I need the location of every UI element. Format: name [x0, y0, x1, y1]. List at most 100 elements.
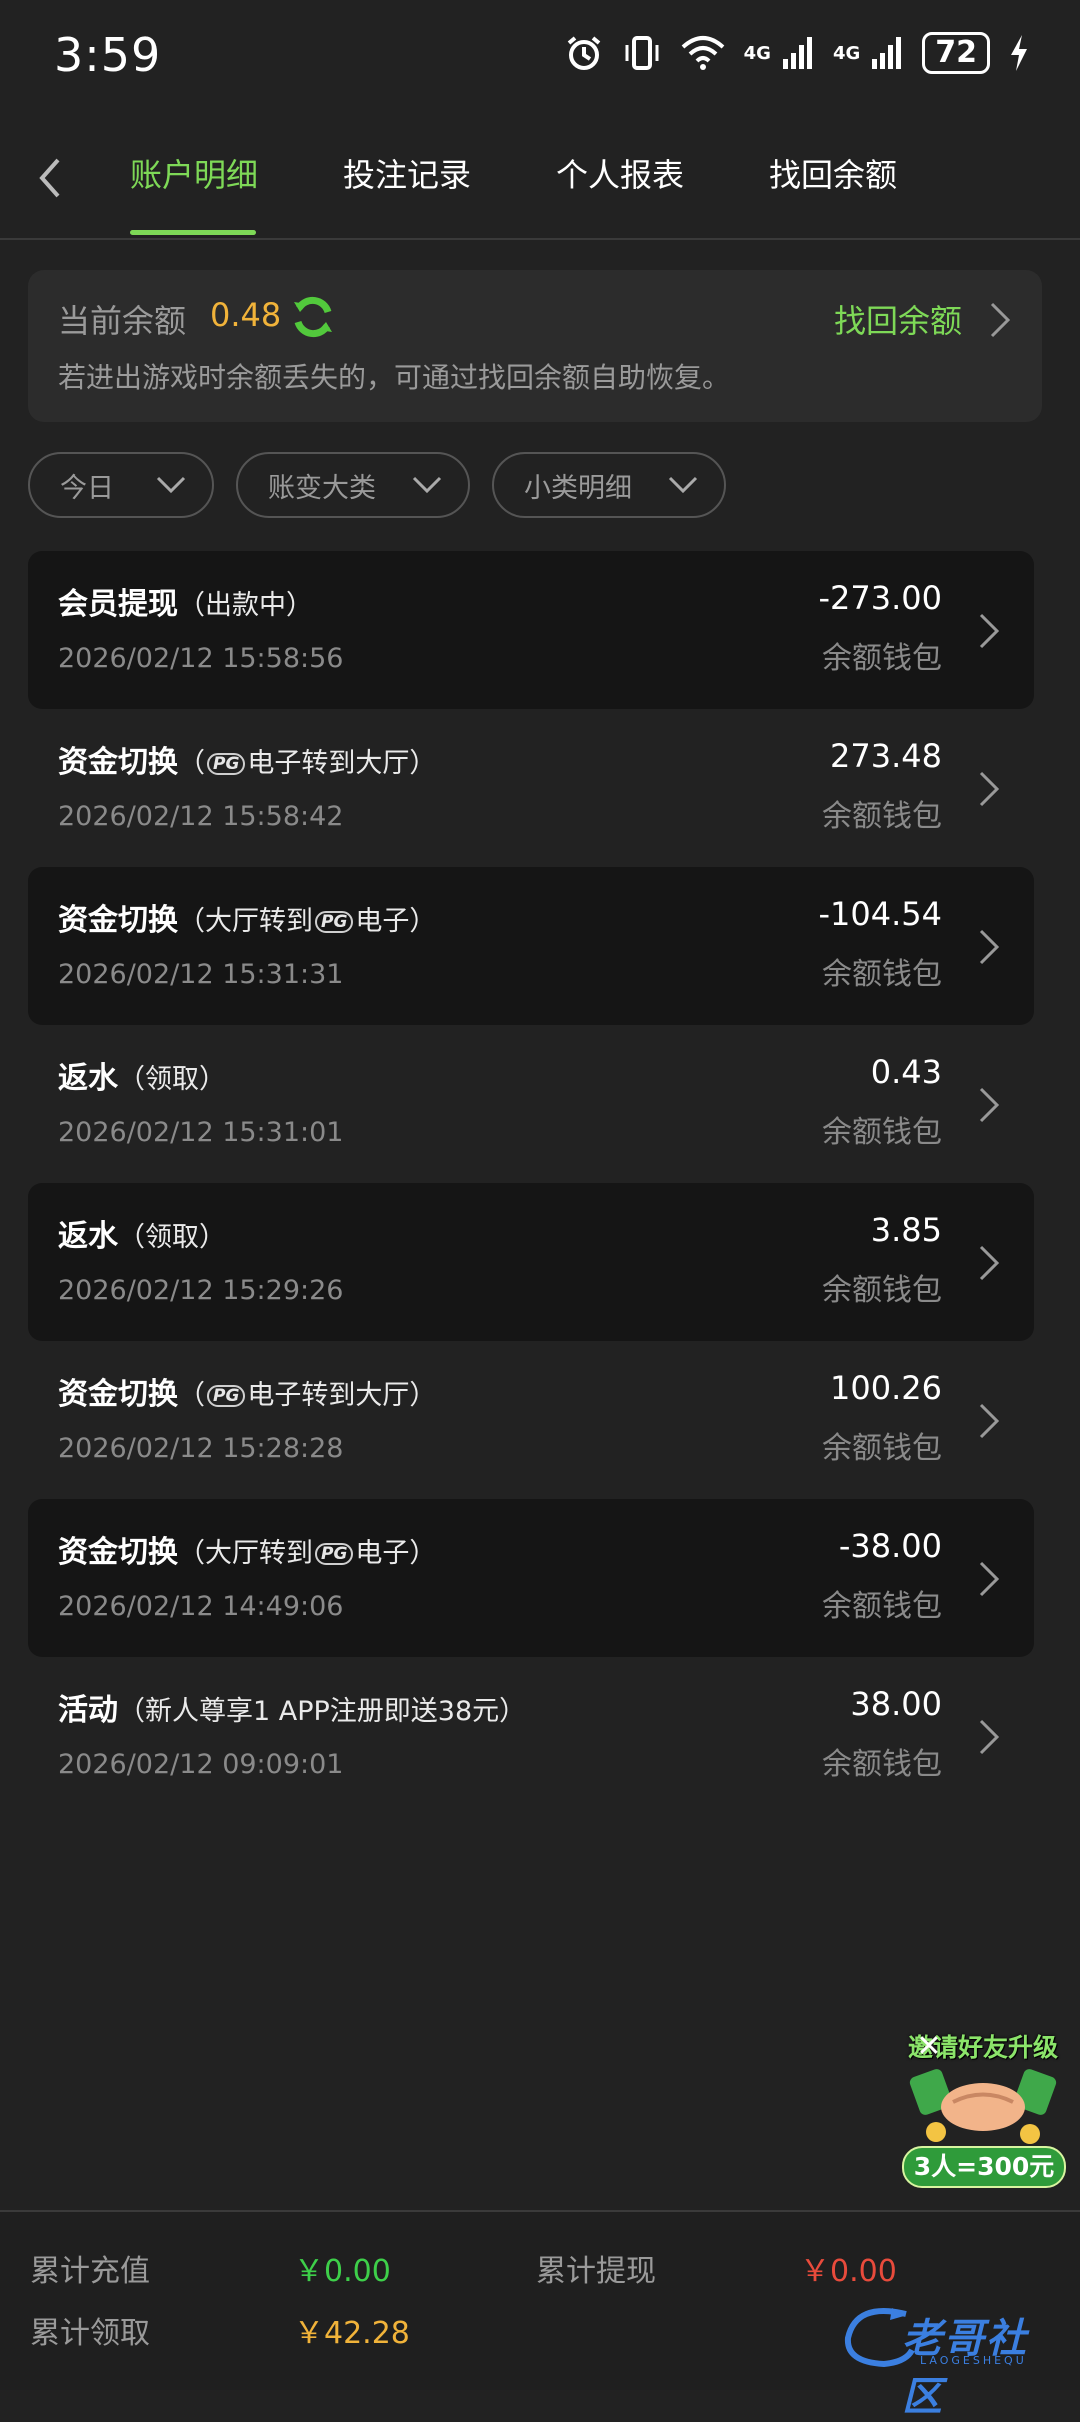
retrieve-balance-link[interactable]: 找回余额	[834, 296, 962, 342]
transaction-time: 2026/02/12 15:28:28	[58, 1433, 344, 1464]
total-withdraw-label: 累计提现	[536, 2254, 656, 2289]
transaction-row[interactable]: 资金切换（大厅转到 PG 电子） 2026/02/12 15:31:31 -104.…	[28, 867, 1034, 1025]
transaction-amount: -273.00	[818, 579, 942, 617]
balance-description: 若进出游戏时余额丢失的，可通过找回余额自助恢复。	[58, 361, 731, 394]
tab-bar: 账户明细 投注记录 个人报表 找回余额	[0, 120, 1080, 240]
transaction-wallet: 余额钱包	[822, 1431, 942, 1466]
summary-footer: 累计充值 ￥0.00 累计提现 ￥0.00 累计领取 ￥42.28 老哥社区 L…	[0, 2210, 1080, 2420]
chevron-right-icon	[979, 613, 1000, 649]
transaction-title: 资金切换（ PG 电子转到大厅）	[58, 1377, 437, 1412]
battery-level: 72	[922, 32, 990, 74]
balance-label: 当前余额	[58, 302, 187, 340]
transaction-title: 返水（领取）	[58, 1219, 226, 1254]
signal-icon	[872, 37, 902, 69]
transaction-wallet: 余额钱包	[822, 1589, 942, 1624]
total-claim-value: ￥42.28	[294, 2316, 410, 2351]
active-tab-indicator	[130, 230, 256, 235]
transaction-wallet: 余额钱包	[822, 957, 942, 992]
transaction-amount: 0.43	[870, 1053, 942, 1091]
handshake-icon	[909, 2069, 1057, 2144]
chevron-right-icon[interactable]	[988, 300, 1012, 340]
transaction-time: 2026/02/12 15:58:42	[58, 801, 344, 832]
tab-account-details[interactable]: 账户明细	[130, 150, 258, 196]
filter-category-label: 账变大类	[268, 472, 376, 504]
transaction-wallet: 余额钱包	[822, 641, 942, 676]
back-icon[interactable]	[30, 148, 70, 208]
status-bar: 3:59 4G 4G 72	[0, 0, 1080, 120]
transaction-time: 2026/02/12 15:31:01	[58, 1117, 344, 1148]
transaction-wallet: 余额钱包	[822, 1115, 942, 1150]
tab-bet-records[interactable]: 投注记录	[343, 150, 471, 196]
chevron-right-icon	[979, 771, 1000, 807]
transaction-row[interactable]: 返水（领取） 2026/02/12 15:29:26 3.85 余额钱包	[28, 1183, 1034, 1341]
transaction-amount: 3.85	[870, 1211, 942, 1249]
filter-bar: 今日 账变大类 小类明细	[28, 452, 726, 518]
chevron-right-icon	[979, 1719, 1000, 1755]
transaction-row[interactable]: 资金切换（大厅转到 PG 电子） 2026/02/12 14:49:06 -38.0…	[28, 1499, 1034, 1657]
alarm-icon	[567, 36, 600, 70]
balance-value: 0.48	[210, 296, 282, 334]
pg-logo-icon: PG	[207, 1384, 246, 1407]
chevron-down-icon	[156, 476, 186, 494]
transaction-amount: 100.26	[830, 1369, 942, 1407]
chevron-right-icon	[979, 929, 1000, 965]
chevron-right-icon	[979, 1403, 1000, 1439]
watermark-subtext: LAOGESHEQU	[920, 2354, 1027, 2367]
chevron-down-icon	[412, 476, 442, 494]
transaction-amount: -38.00	[838, 1527, 942, 1565]
transaction-title: 资金切换（大厅转到 PG 电子）	[58, 903, 437, 938]
chevron-right-icon	[979, 1245, 1000, 1281]
chevron-right-icon	[979, 1561, 1000, 1597]
transaction-row[interactable]: 会员提现（出款中） 2026/02/12 15:58:56 -273.00 余额…	[28, 551, 1034, 709]
transaction-amount: 38.00	[850, 1685, 942, 1723]
total-recharge-label: 累计充值	[30, 2254, 150, 2289]
pg-logo-icon: PG	[315, 910, 354, 933]
transaction-title: 资金切换（大厅转到 PG 电子）	[58, 1535, 437, 1570]
balance-card: 当前余额 0.48 找回余额 若进出游戏时余额丢失的，可通过找回余额自助恢复。	[28, 270, 1042, 422]
network-type-2: 4G	[832, 42, 861, 64]
pg-logo-icon: PG	[315, 1542, 354, 1565]
transaction-row[interactable]: 资金切换（ PG 电子转到大厅） 2026/02/12 15:28:28 100.2…	[28, 1341, 1034, 1499]
transaction-row[interactable]: 返水（领取） 2026/02/12 15:31:01 0.43 余额钱包	[28, 1025, 1034, 1183]
transaction-row[interactable]: 活动（新人尊享1 APP注册即送38元） 2026/02/12 09:09:01…	[28, 1657, 1034, 1815]
total-withdraw-value: ￥0.00	[800, 2254, 897, 2289]
filter-subcategory-label: 小类明细	[524, 472, 632, 504]
transaction-amount: -104.54	[818, 895, 942, 933]
status-time: 3:59	[54, 28, 162, 82]
chevron-right-icon	[979, 1087, 1000, 1123]
transaction-title: 活动（新人尊享1 APP注册即送38元）	[58, 1693, 527, 1728]
transaction-list: 会员提现（出款中） 2026/02/12 15:58:56 -273.00 余额…	[28, 551, 1034, 1815]
watermark-logo: 老哥社区 LAOGESHEQU	[836, 2302, 1060, 2420]
promo-reward: 3人=300元	[902, 2146, 1066, 2188]
network-type-1: 4G	[743, 42, 771, 64]
close-icon[interactable]: ✕	[914, 2032, 944, 2062]
filter-category[interactable]: 账变大类	[236, 452, 470, 518]
transaction-title: 返水（领取）	[58, 1061, 226, 1096]
transaction-time: 2026/02/12 09:09:01	[58, 1749, 344, 1780]
transaction-wallet: 余额钱包	[822, 1273, 942, 1308]
filter-date-label: 今日	[60, 472, 114, 504]
vibrate-icon	[625, 36, 659, 70]
signal-icon	[782, 37, 812, 69]
total-recharge-value: ￥0.00	[294, 2254, 391, 2289]
transaction-title: 会员提现（出款中）	[58, 587, 313, 622]
wifi-icon	[681, 36, 724, 70]
transaction-title: 资金切换（ PG 电子转到大厅）	[58, 745, 437, 780]
tab-personal-report[interactable]: 个人报表	[556, 150, 684, 196]
transaction-time: 2026/02/12 14:49:06	[58, 1591, 344, 1622]
transaction-row[interactable]: 资金切换（ PG 电子转到大厅） 2026/02/12 15:58:42 273.4…	[28, 709, 1034, 867]
filter-subcategory[interactable]: 小类明细	[492, 452, 726, 518]
total-claim-label: 累计领取	[30, 2316, 150, 2351]
invite-promo-widget[interactable]: 邀请好友升级 ✕ 3人=300元	[898, 2022, 1068, 2192]
status-icons: 4G 4G 72	[564, 32, 1030, 74]
refresh-icon[interactable]	[290, 294, 336, 340]
tab-retrieve-balance[interactable]: 找回余额	[769, 150, 897, 196]
transaction-time: 2026/02/12 15:58:56	[58, 643, 344, 674]
transaction-wallet: 余额钱包	[822, 1747, 942, 1782]
pg-logo-icon: PG	[207, 752, 246, 775]
filter-date[interactable]: 今日	[28, 452, 214, 518]
transaction-time: 2026/02/12 15:29:26	[58, 1275, 344, 1306]
transaction-wallet: 余额钱包	[822, 799, 942, 834]
chevron-down-icon	[668, 476, 698, 494]
charging-icon	[1011, 35, 1027, 71]
